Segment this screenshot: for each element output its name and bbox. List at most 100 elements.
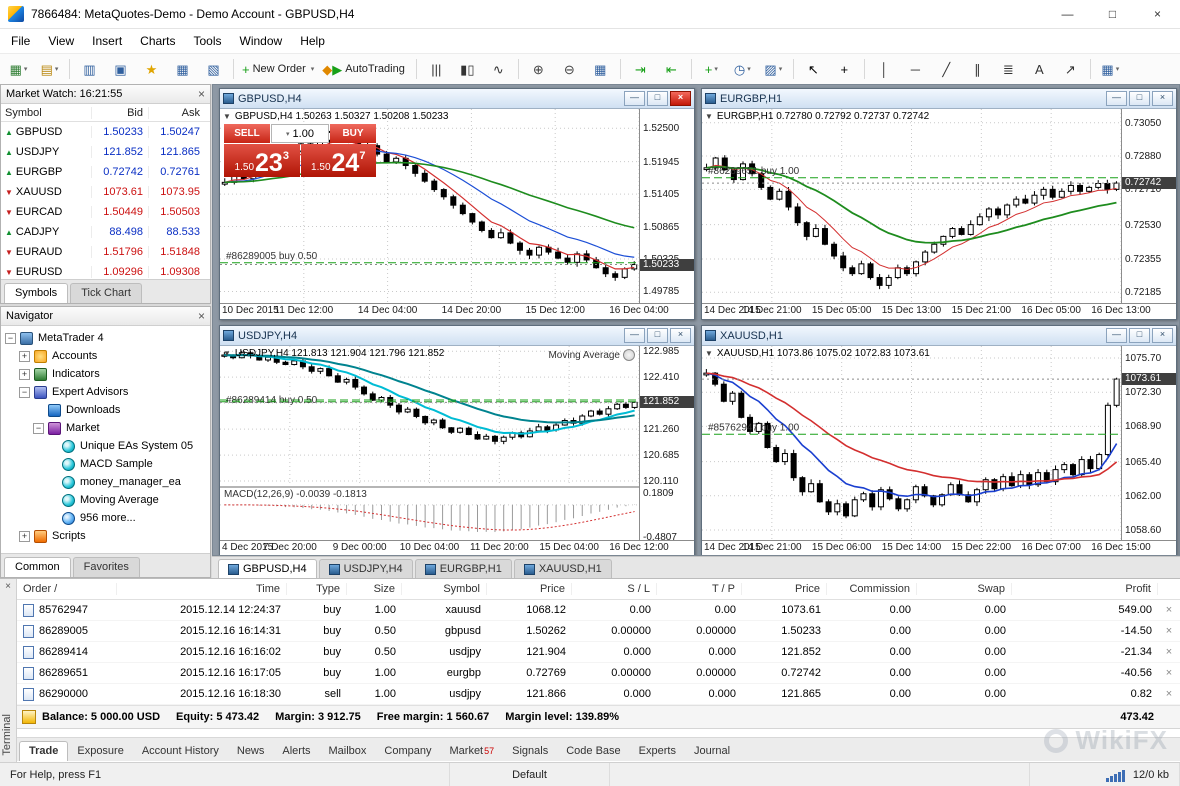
toolbar-crosshair[interactable]: + — [830, 57, 859, 82]
navigator-item-indicators[interactable]: + Indicators — [1, 365, 210, 383]
column-header-order-0[interactable]: Order / — [17, 583, 117, 595]
collapse-arrow-icon[interactable]: ▼ — [223, 349, 231, 358]
toolbar-new-order[interactable]: + New Order ▾ — [239, 57, 317, 82]
market-watch-row[interactable]: ▼ EURAUD 1.51796 1.51848 — [1, 242, 210, 262]
navigator-tab-favorites[interactable]: Favorites — [72, 557, 140, 577]
toolbar-fibonacci[interactable]: ≣ — [994, 57, 1023, 82]
tree-expander-icon[interactable]: + — [19, 368, 30, 380]
toolbar-more-tools[interactable]: ▦ ▾ — [1096, 57, 1125, 82]
chart-minimize-button[interactable]: — — [1106, 328, 1127, 343]
chart-window-titlebar[interactable]: XAUUSD,H1 — □ × — [702, 326, 1176, 346]
close-order-button[interactable]: × — [1158, 688, 1180, 700]
trade-row[interactable]: 86289651 2015.12.16 16:17:05 buy 1.00 eurgbp… — [17, 663, 1180, 684]
navigator-item-accounts[interactable]: + Accounts — [1, 347, 210, 365]
terminal-tab-account-history[interactable]: Account History — [133, 742, 228, 761]
profile-selector[interactable]: Default — [450, 763, 610, 786]
chart-plot-area[interactable]: #86289414 buy 0.50 MACD(12,26,9) -0.0039 … — [220, 346, 639, 541]
chart-restore-button[interactable]: □ — [1129, 328, 1150, 343]
close-icon[interactable]: × — [198, 88, 205, 100]
chart-plot-area[interactable]: #86289651 buy 1.00 ▼ EURGBP,H1 0.72780 0.7… — [702, 109, 1121, 304]
terminal-tab-company[interactable]: Company — [375, 742, 440, 761]
terminal-tab-journal[interactable]: Journal — [685, 742, 739, 761]
chart-close-button[interactable]: × — [1152, 328, 1173, 343]
navigator-item-956-more[interactable]: 956 more... — [1, 509, 210, 527]
terminal-tab-mailbox[interactable]: Mailbox — [320, 742, 376, 761]
chart-close-button[interactable]: × — [670, 328, 691, 343]
column-header-price-5[interactable]: Price — [487, 583, 572, 595]
navigator-item-macd-sample[interactable]: MACD Sample — [1, 455, 210, 473]
trade-row[interactable]: 86290000 2015.12.16 16:18:30 sell 1.00 usdjp… — [17, 684, 1180, 705]
market-watch-row[interactable]: ▲ GBPUSD 1.50233 1.50247 — [1, 122, 210, 142]
chart-window-titlebar[interactable]: EURGBP,H1 — □ × — [702, 89, 1176, 109]
terminal-tab-trade[interactable]: Trade — [19, 741, 69, 761]
toolbar-terminal-toggle[interactable]: ▦ — [168, 57, 197, 82]
chart-plot-area[interactable]: #86289005 buy 0.50 ▼ GBPUSD,H4 1.50263 1.5… — [220, 109, 639, 304]
volume-input[interactable]: ▾ 1.00 — [271, 124, 329, 143]
column-header-s-l-6[interactable]: S / L — [572, 583, 657, 595]
chart-tab-xauusd-h1[interactable]: XAUUSD,H1 — [513, 559, 612, 578]
toolbar-chart-shift[interactable]: ⇤ — [657, 57, 686, 82]
navigator-item-expert-advisors[interactable]: − Expert Advisors — [1, 383, 210, 401]
menu-help[interactable]: Help — [291, 31, 334, 51]
close-order-button[interactable]: × — [1158, 646, 1180, 658]
navigator-item-unique-eas-system-05[interactable]: Unique EAs System 05 — [1, 437, 210, 455]
tree-expander-icon[interactable]: + — [19, 350, 30, 362]
menu-window[interactable]: Window — [231, 31, 292, 51]
close-icon[interactable]: × — [198, 310, 205, 322]
toolbar-auto-scroll[interactable]: ⇥ — [626, 57, 655, 82]
terminal-tab-market[interactable]: Market57 — [441, 742, 504, 761]
chart-window-titlebar[interactable]: GBPUSD,H4 — □ × — [220, 89, 694, 109]
column-header-time-1[interactable]: Time — [117, 583, 287, 595]
navigator-tab-common[interactable]: Common — [4, 557, 71, 577]
menu-charts[interactable]: Charts — [131, 31, 184, 51]
buy-button[interactable]: BUY — [330, 124, 376, 143]
market-watch-tab-symbols[interactable]: Symbols — [4, 283, 69, 303]
toolbar-bar-chart-mode[interactable]: ||| — [422, 57, 451, 82]
chart-minimize-button[interactable]: — — [624, 328, 645, 343]
market-watch-row[interactable]: ▼ EURCAD 1.50449 1.50503 — [1, 202, 210, 222]
toolbar-text-tool[interactable]: A — [1025, 57, 1054, 82]
collapse-arrow-icon[interactable]: ▼ — [705, 349, 713, 358]
toolbar-vertical-line[interactable]: │ — [870, 57, 899, 82]
collapse-arrow-icon[interactable]: ▼ — [223, 112, 231, 121]
column-header-swap-10[interactable]: Swap — [917, 583, 1012, 595]
column-header-profit-11[interactable]: Profit — [1012, 583, 1158, 595]
close-order-button[interactable]: × — [1158, 667, 1180, 679]
column-header-type-2[interactable]: Type — [287, 583, 347, 595]
close-button[interactable]: × — [1135, 0, 1180, 28]
column-header-size-3[interactable]: Size — [347, 583, 402, 595]
toolbar-market-watch-toggle[interactable]: ▥ — [75, 57, 104, 82]
terminal-tab-exposure[interactable]: Exposure — [68, 742, 132, 761]
terminal-tab-experts[interactable]: Experts — [630, 742, 685, 761]
tree-expander-icon[interactable]: − — [33, 422, 44, 434]
market-watch-tab-tick-chart[interactable]: Tick Chart — [70, 283, 142, 303]
close-order-button[interactable]: × — [1158, 625, 1180, 637]
maximize-button[interactable]: □ — [1090, 0, 1135, 28]
chart-plot-area[interactable]: #85762947 buy 1.00 ▼ XAUUSD,H1 1073.86 107… — [702, 346, 1121, 541]
terminal-tab-signals[interactable]: Signals — [503, 742, 557, 761]
navigator-item-market[interactable]: − Market — [1, 419, 210, 437]
column-header-bid[interactable]: Bid — [91, 106, 148, 119]
navigator-item-money-manager-ea[interactable]: money_manager_ea — [1, 473, 210, 491]
toolbar-zoom-out[interactable]: ⊖ — [555, 57, 584, 82]
column-header-price-8[interactable]: Price — [742, 583, 827, 595]
chart-minimize-button[interactable]: — — [1106, 91, 1127, 106]
menu-file[interactable]: File — [2, 31, 39, 51]
minimize-button[interactable]: — — [1045, 0, 1090, 28]
column-header-commission-9[interactable]: Commission — [827, 583, 917, 595]
market-watch-row[interactable]: ▲ EURGBP 0.72742 0.72761 — [1, 162, 210, 182]
sell-button[interactable]: SELL — [224, 124, 270, 143]
chart-minimize-button[interactable]: — — [624, 91, 645, 106]
navigator-item-scripts[interactable]: + Scripts — [1, 527, 210, 545]
toolbar-tile-windows[interactable]: ▦ — [586, 57, 615, 82]
navigator-item-metatrader-4[interactable]: − MetaTrader 4 — [1, 329, 210, 347]
toolbar-indicators-list[interactable]: + ▾ — [697, 57, 726, 82]
terminal-tab-code-base[interactable]: Code Base — [557, 742, 629, 761]
toolbar-candlestick-mode[interactable]: ▮▯ — [453, 57, 482, 82]
column-header-t-p-7[interactable]: T / P — [657, 583, 742, 595]
column-header-symbol-4[interactable]: Symbol — [402, 583, 487, 595]
close-order-button[interactable]: × — [1158, 604, 1180, 616]
chart-restore-button[interactable]: □ — [647, 91, 668, 106]
navigator-item-moving-average[interactable]: Moving Average — [1, 491, 210, 509]
market-watch-row[interactable]: ▲ USDJPY 121.852 121.865 — [1, 142, 210, 162]
